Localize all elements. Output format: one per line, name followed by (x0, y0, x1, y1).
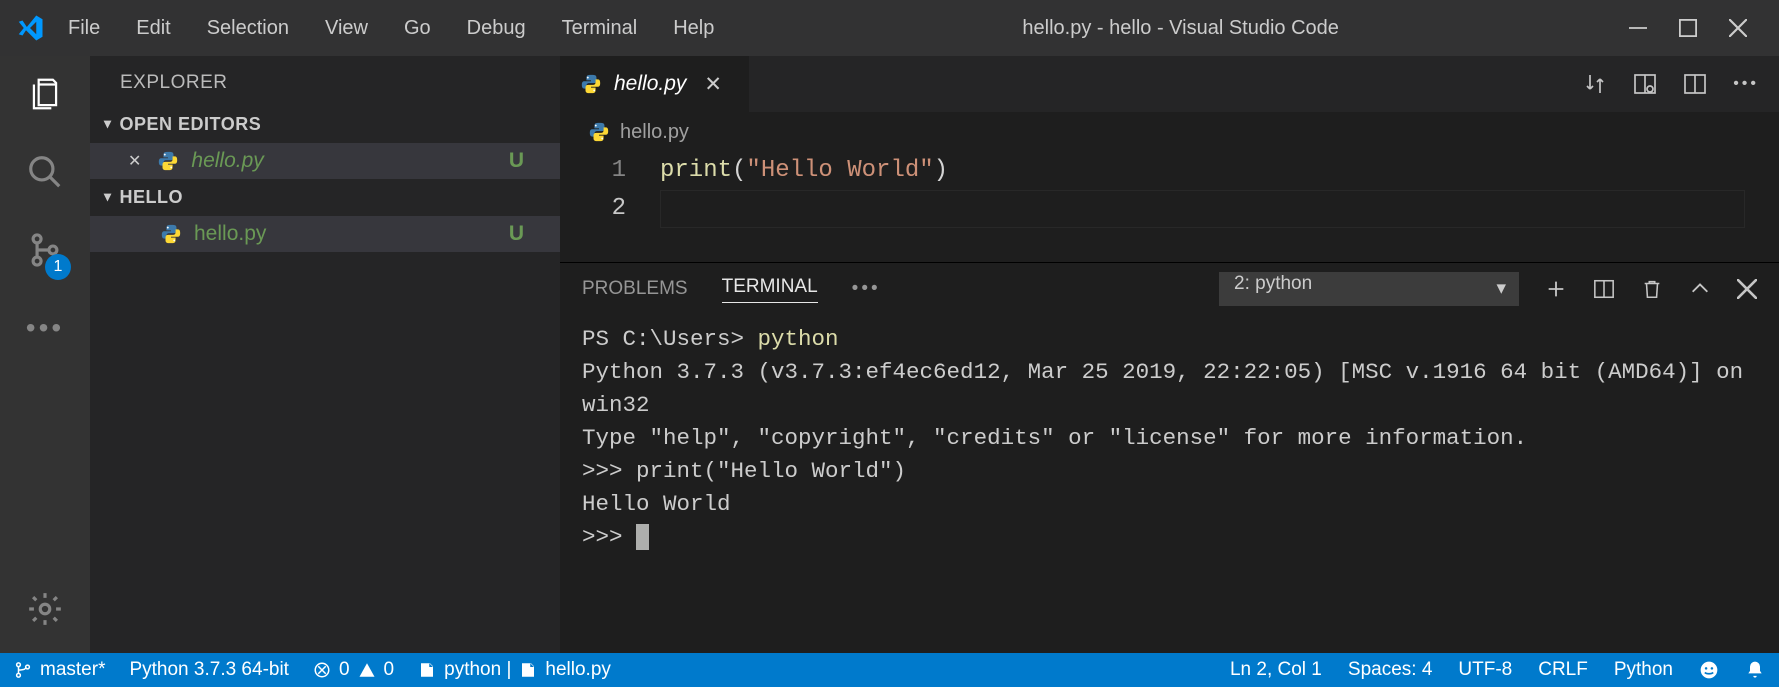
chevron-down-icon: ▾ (104, 188, 112, 205)
status-notifications-icon[interactable] (1745, 660, 1765, 680)
python-file-icon (588, 121, 610, 143)
vscode-logo-icon (10, 13, 50, 43)
tab-close-icon[interactable]: ✕ (704, 72, 722, 97)
editor-tabs: hello.py ✕ ••• (560, 56, 1779, 112)
status-problems[interactable]: 0 0 (313, 659, 394, 681)
line-number-gutter: 1 2 (560, 152, 660, 262)
split-terminal-icon[interactable] (1593, 278, 1615, 300)
scm-badge: 1 (45, 254, 71, 280)
activity-settings-icon[interactable] (21, 585, 69, 633)
breadcrumb-file: hello.py (620, 121, 689, 144)
window-maximize-icon[interactable] (1679, 19, 1699, 37)
maximize-panel-icon[interactable] (1689, 278, 1711, 300)
menu-go[interactable]: Go (386, 17, 449, 40)
status-encoding[interactable]: UTF-8 (1458, 659, 1512, 681)
breadcrumb[interactable]: hello.py (560, 112, 1779, 152)
activity-bar: 1 ••• (0, 56, 90, 653)
menu-selection[interactable]: Selection (189, 17, 307, 40)
status-bar: master* Python 3.7.3 64-bit 0 0 python |… (0, 653, 1779, 687)
menu-debug[interactable]: Debug (449, 17, 544, 40)
terminal-cursor (636, 524, 649, 550)
python-file-icon (157, 150, 179, 172)
activity-scm-icon[interactable]: 1 (21, 226, 69, 274)
file-name: hello.py (194, 222, 266, 246)
activity-search-icon[interactable] (21, 148, 69, 196)
more-actions-icon[interactable]: ••• (1733, 75, 1759, 93)
file-item[interactable]: hello.py U (90, 216, 560, 252)
window-close-icon[interactable] (1729, 19, 1749, 37)
terminal-selector[interactable]: 2: python (1219, 272, 1519, 306)
open-editor-filename: hello.py (191, 149, 263, 173)
status-language-mode[interactable]: Python (1614, 659, 1673, 681)
status-git-branch[interactable]: master* (14, 659, 105, 681)
menu-edit[interactable]: Edit (118, 17, 188, 40)
activity-explorer-icon[interactable] (21, 70, 69, 118)
bottom-panel: PROBLEMS TERMINAL ••• 2: python (560, 262, 1779, 653)
terminal-content[interactable]: PS C:\Users> python Python 3.7.3 (v3.7.3… (560, 315, 1779, 653)
sidebar-title: EXPLORER (90, 56, 560, 106)
menu-view[interactable]: View (307, 17, 386, 40)
python-file-icon (580, 73, 602, 95)
status-cursor-position[interactable]: Ln 2, Col 1 (1230, 659, 1322, 681)
status-python-interpreter[interactable]: Python 3.7.3 64-bit (129, 659, 289, 681)
split-editor-preview-icon[interactable] (1633, 72, 1657, 96)
folder-header[interactable]: ▾ HELLO (90, 179, 560, 216)
status-run-file[interactable]: python | hello.py (418, 659, 611, 681)
current-line-highlight (660, 190, 1745, 228)
panel-more-icon[interactable]: ••• (852, 278, 881, 300)
folder-label: HELLO (120, 187, 184, 208)
status-eol[interactable]: CRLF (1538, 659, 1588, 681)
code-editor[interactable]: 1 2 print("Hello World") (560, 152, 1779, 262)
activity-more-icon[interactable]: ••• (21, 304, 69, 352)
window-title: hello.py - hello - Visual Studio Code (732, 17, 1629, 40)
explorer-sidebar: EXPLORER ▾ OPEN EDITORS ✕ hello.py U ▾ H… (90, 56, 560, 653)
open-editors-header[interactable]: ▾ OPEN EDITORS (90, 106, 560, 143)
status-feedback-icon[interactable] (1699, 660, 1719, 680)
window-minimize-icon[interactable] (1629, 19, 1649, 37)
split-editor-icon[interactable] (1683, 72, 1707, 96)
git-status-untracked: U (509, 149, 542, 173)
status-indentation[interactable]: Spaces: 4 (1348, 659, 1433, 681)
tab-filename: hello.py (614, 72, 686, 96)
close-icon[interactable]: ✕ (128, 151, 141, 171)
panel-tab-terminal[interactable]: TERMINAL (722, 276, 818, 303)
title-bar: File Edit Selection View Go Debug Termin… (0, 0, 1779, 56)
compare-changes-icon[interactable] (1583, 72, 1607, 96)
editor-tab[interactable]: hello.py ✕ (560, 56, 750, 112)
close-panel-icon[interactable] (1737, 279, 1757, 299)
open-editor-item[interactable]: ✕ hello.py U (90, 143, 560, 179)
kill-terminal-icon[interactable] (1641, 278, 1663, 300)
menu-terminal[interactable]: Terminal (544, 17, 656, 40)
menu-help[interactable]: Help (655, 17, 732, 40)
chevron-down-icon: ▾ (104, 115, 112, 132)
menu-file[interactable]: File (50, 17, 118, 40)
open-editors-label: OPEN EDITORS (120, 114, 262, 135)
new-terminal-icon[interactable] (1545, 278, 1567, 300)
menu-bar: File Edit Selection View Go Debug Termin… (50, 17, 732, 40)
python-file-icon (160, 223, 182, 245)
panel-tab-problems[interactable]: PROBLEMS (582, 278, 688, 300)
git-status-untracked: U (509, 222, 542, 246)
